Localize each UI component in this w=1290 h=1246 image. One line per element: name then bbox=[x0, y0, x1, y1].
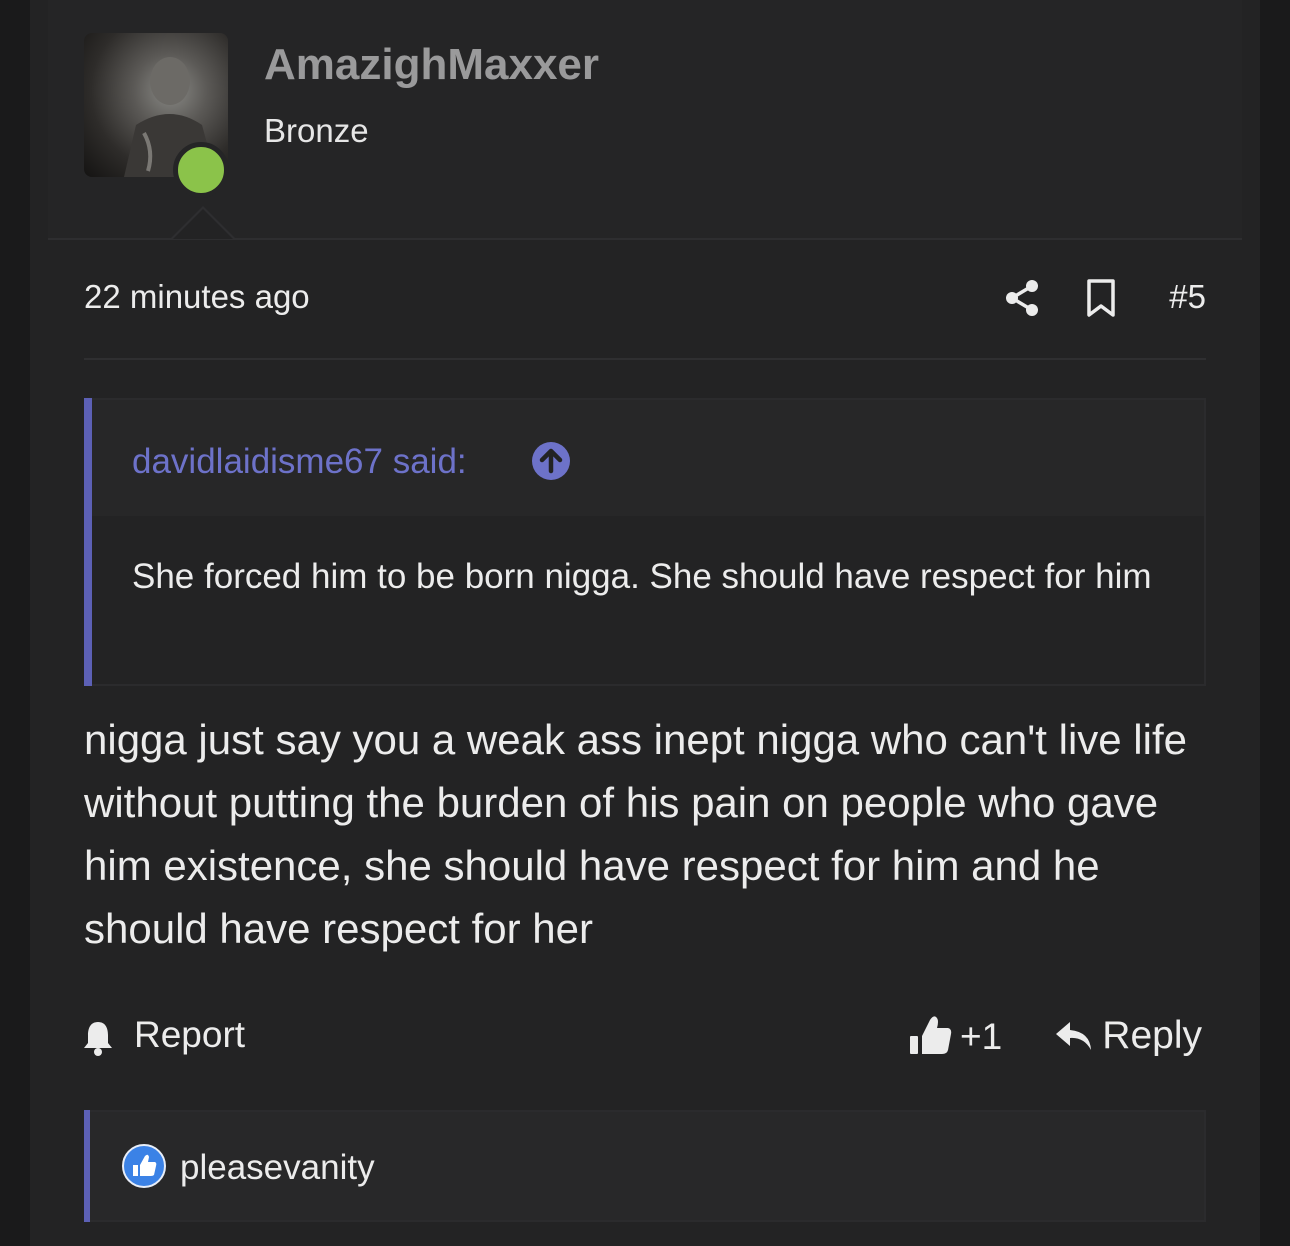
post-meta: 22 minutes ago #5 bbox=[84, 276, 1206, 324]
timestamp[interactable]: 22 minutes ago bbox=[84, 278, 310, 316]
quote-header: davidlaidisme67 said: bbox=[92, 400, 1204, 516]
quote-text: She forced him to be born nigga. She sho… bbox=[132, 557, 1152, 596]
reactions-accent-bar bbox=[84, 1110, 90, 1222]
like-count[interactable]: +1 bbox=[960, 1016, 1002, 1058]
quote-body: She forced him to be born nigga. She sho… bbox=[92, 516, 1204, 684]
online-status-icon bbox=[173, 142, 229, 198]
quote-author[interactable]: davidlaidisme67 said: bbox=[132, 442, 467, 482]
share-icon[interactable] bbox=[1002, 278, 1042, 323]
reply-button[interactable]: Reply bbox=[1102, 1014, 1202, 1058]
post-actions: Report +1 Reply bbox=[84, 1012, 1206, 1066]
user-rank: Bronze bbox=[264, 112, 369, 149]
like-reaction-icon bbox=[122, 1144, 166, 1188]
reaction-users[interactable]: pleasevanity bbox=[180, 1148, 375, 1188]
quote-accent-bar bbox=[84, 398, 92, 686]
thumbs-up-icon[interactable] bbox=[908, 1012, 952, 1063]
quote-block: davidlaidisme67 said: She forced him to … bbox=[84, 398, 1206, 686]
divider bbox=[84, 358, 1206, 360]
bookmark-icon[interactable] bbox=[1084, 278, 1118, 323]
arrow-up-icon[interactable] bbox=[532, 442, 570, 480]
report-button[interactable]: Report bbox=[134, 1014, 245, 1056]
reactions-bar: pleasevanity bbox=[84, 1110, 1206, 1222]
bell-icon[interactable] bbox=[82, 1020, 114, 1061]
post-message: nigga just say you a weak ass inept nigg… bbox=[84, 716, 1187, 952]
post-number[interactable]: #5 bbox=[1169, 278, 1206, 316]
username[interactable]: AmazighMaxxer bbox=[264, 40, 599, 90]
reply-icon[interactable] bbox=[1054, 1018, 1094, 1059]
